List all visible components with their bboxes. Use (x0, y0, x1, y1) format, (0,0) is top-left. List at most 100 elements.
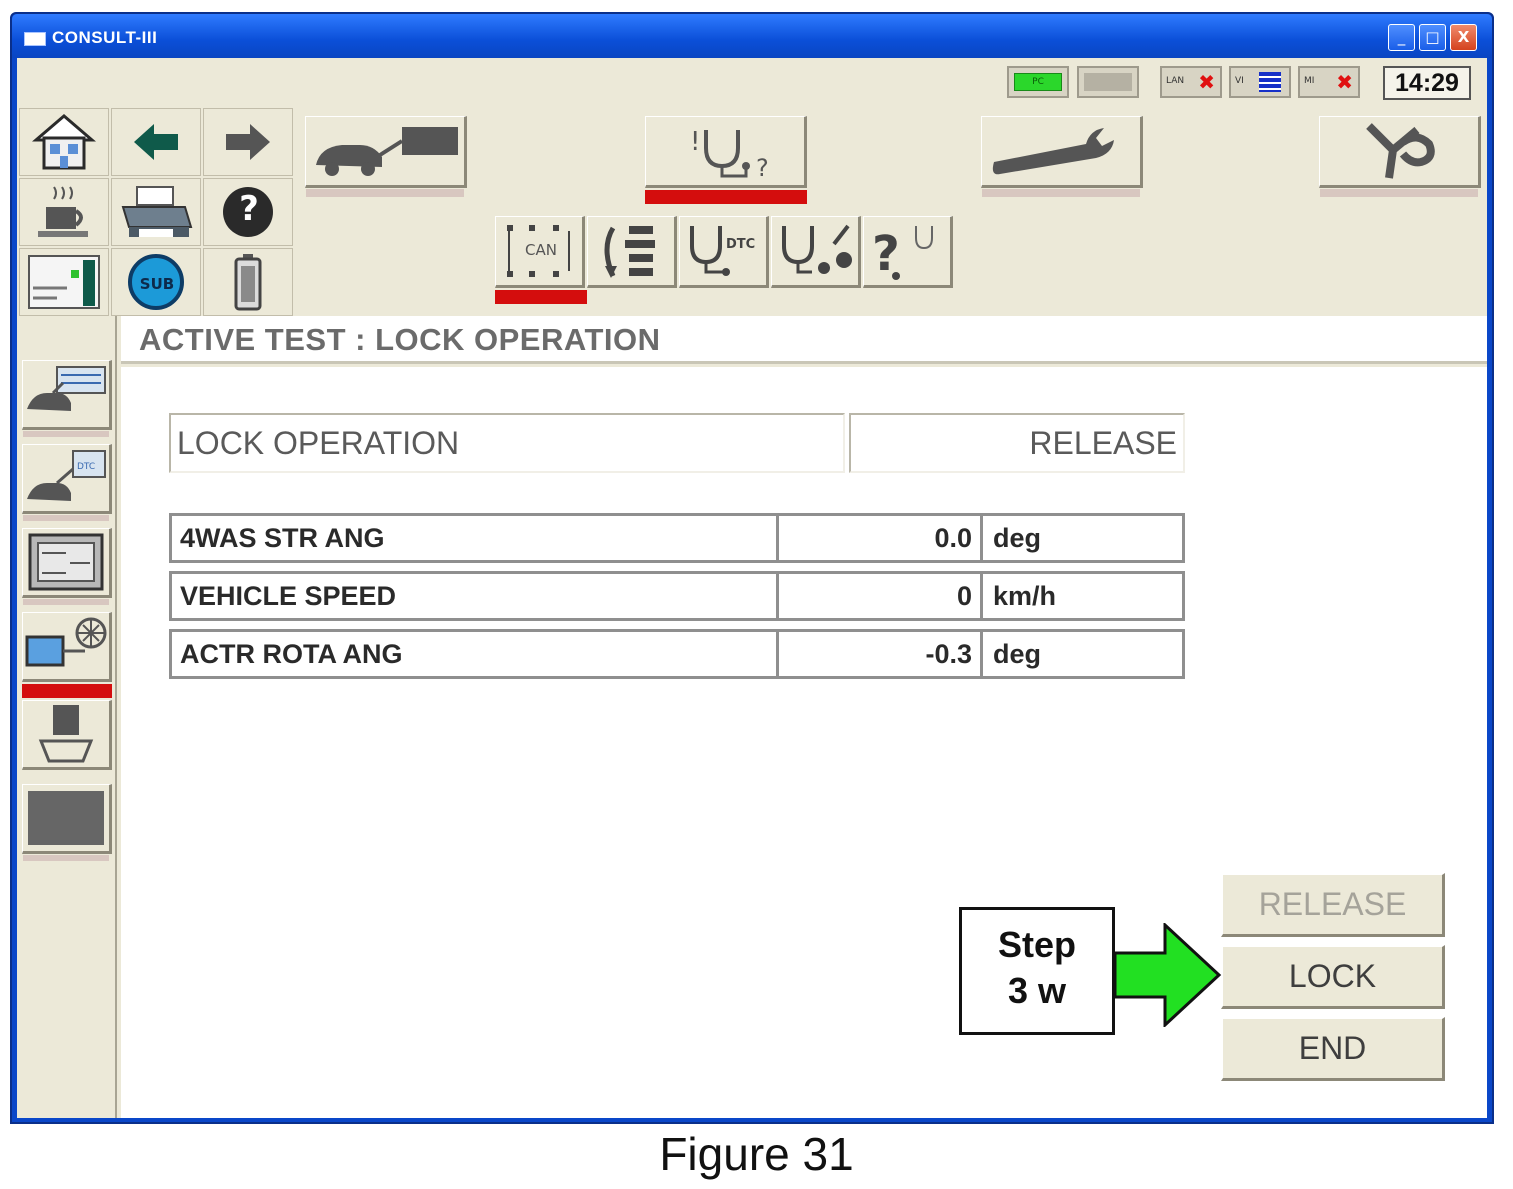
work-support-button[interactable] (981, 116, 1143, 197)
test-item-status: RELEASE (849, 413, 1185, 473)
data-monitor-button[interactable] (771, 216, 861, 288)
arrow-left-icon (134, 124, 178, 160)
sub-label: SUB (139, 275, 175, 293)
sleep-button[interactable] (19, 178, 109, 246)
dtc-car-icon: DTC (27, 450, 106, 501)
row-unit: deg (993, 523, 1042, 553)
row-unit: deg (993, 639, 1042, 669)
row-name: 4WAS STR ANG (172, 516, 779, 560)
flowchart-icon (604, 226, 655, 278)
vi-connection-indicator (1077, 66, 1139, 98)
battery-icon (234, 254, 262, 311)
figure-caption: Figure 31 (659, 1128, 854, 1180)
stethoscope-monitor-icon (782, 224, 852, 274)
vi-signal-icon (1259, 72, 1281, 92)
pc-connection-indicator: PC (1007, 66, 1069, 98)
active-test-button[interactable]: ? (863, 216, 953, 288)
vi-label: VI (1235, 76, 1244, 86)
table-row: 4WAS STR ANG 0.0 deg (169, 513, 1185, 563)
mi-label: MI (1304, 76, 1315, 86)
release-button[interactable]: RELEASE (1221, 873, 1445, 937)
can-label: CAN (525, 241, 557, 259)
press-icon (38, 705, 94, 763)
window-icon (24, 32, 46, 46)
system-list-button[interactable] (587, 216, 677, 288)
end-button[interactable]: END (1221, 1017, 1445, 1081)
active-test-icon (25, 617, 107, 667)
step-callout: Step 3 w (959, 907, 1115, 1035)
table-row: VEHICLE SPEED 0 km/h (169, 571, 1185, 621)
stethoscope-icon: ! ? (690, 127, 769, 182)
row-value: 0 (779, 574, 983, 618)
row-value: -0.3 (779, 632, 983, 676)
svg-text:?: ? (756, 154, 769, 182)
tree-diagram-icon (1366, 123, 1435, 179)
monitor-panel-icon (28, 533, 104, 591)
page-header: ACTIVE TEST : LOCK OPERATION (121, 316, 1487, 364)
can-selected-indicator (495, 290, 587, 304)
step-line-1: Step (997, 924, 1076, 965)
step-line-2: 3 w (1007, 970, 1067, 1011)
page-title: ACTIVE TEST : LOCK OPERATION (139, 322, 661, 357)
mi-status: MI ✖ (1298, 66, 1360, 98)
sidebar-self-diagnostic[interactable]: DTC (22, 444, 112, 521)
vi-status: VI (1229, 66, 1291, 98)
pc-indicator-label: PC (1014, 73, 1062, 91)
main-content: LOCK OPERATION RELEASE 4WAS STR ANG 0.0 … (121, 367, 1487, 1118)
home-icon (32, 114, 96, 170)
vehicle-select-button[interactable] (305, 116, 467, 197)
coffee-cup-icon (38, 186, 88, 237)
help-button[interactable]: ? (203, 178, 293, 246)
window-title: CONSULT-III (52, 28, 158, 47)
green-arrow-icon (1113, 923, 1222, 1027)
row-unit: km/h (993, 581, 1057, 611)
sub-mode-button[interactable]: SUB (111, 248, 201, 316)
printer-icon (121, 186, 193, 237)
print-button[interactable] (111, 178, 201, 246)
maximize-button[interactable]: □ (1419, 24, 1446, 51)
vehicle-connect-icon (316, 127, 458, 176)
diagnosis-button[interactable]: ! ? (645, 116, 807, 188)
test-item-label: LOCK OPERATION (169, 413, 845, 473)
battery-button[interactable] (203, 248, 293, 316)
svg-text:!: ! (690, 127, 700, 157)
lan-status: LAN ✖ (1160, 66, 1222, 98)
table-row: ACTR ROTA ANG -0.3 deg (169, 629, 1185, 679)
blank-function-icon (28, 791, 104, 845)
sidebar-active-test[interactable] (22, 612, 112, 682)
screen-capture-button[interactable] (19, 248, 109, 316)
back-button[interactable] (111, 108, 201, 176)
active-test-selected-indicator (22, 684, 112, 698)
ecu-identification-icon (27, 366, 106, 411)
question-stethoscope-icon: ? (872, 226, 933, 282)
lan-disconnected-icon: ✖ (1198, 70, 1215, 94)
title-bar[interactable]: CONSULT-III _ □ X (12, 14, 1492, 58)
row-value: 0.0 (779, 516, 983, 560)
help-glyph: ? (239, 189, 259, 229)
sidebar-work-support[interactable] (22, 700, 112, 770)
clock: 14:29 (1383, 66, 1471, 100)
client-area: PC LAN ✖ VI MI ✖ 14:29 ? SUB ! ? CAN DTC… (17, 58, 1487, 1118)
diagnosis-selected-indicator (645, 190, 807, 204)
sidebar-ecu-identification[interactable] (22, 360, 112, 437)
forward-button[interactable] (203, 108, 293, 176)
lan-label: LAN (1166, 76, 1185, 86)
sidebar-data-monitor[interactable] (22, 528, 112, 605)
row-name: VEHICLE SPEED (172, 574, 779, 618)
svg-text:DTC: DTC (77, 462, 95, 472)
left-sidebar: DTC (17, 316, 117, 1118)
test-status-row: LOCK OPERATION RELEASE (169, 413, 1185, 473)
can-diag-button[interactable]: CAN (495, 216, 585, 288)
home-button[interactable] (19, 108, 109, 176)
sidebar-blank-function[interactable] (22, 784, 112, 861)
app-window: CONSULT-III _ □ X PC LAN ✖ VI MI ✖ 14:29 (10, 12, 1494, 1124)
dtc-label: DTC (726, 237, 756, 252)
mi-disconnected-icon: ✖ (1336, 70, 1353, 94)
minimize-button[interactable]: _ (1388, 24, 1415, 51)
self-diag-results-button[interactable]: DTC (679, 216, 769, 288)
lock-button[interactable]: LOCK (1221, 945, 1445, 1009)
close-button[interactable]: X (1450, 24, 1477, 51)
tool-icon-grid: ? SUB (17, 106, 301, 316)
ecu-reprogram-button[interactable] (1319, 116, 1481, 197)
status-bar: PC LAN ✖ VI MI ✖ 14:29 (17, 58, 1487, 106)
